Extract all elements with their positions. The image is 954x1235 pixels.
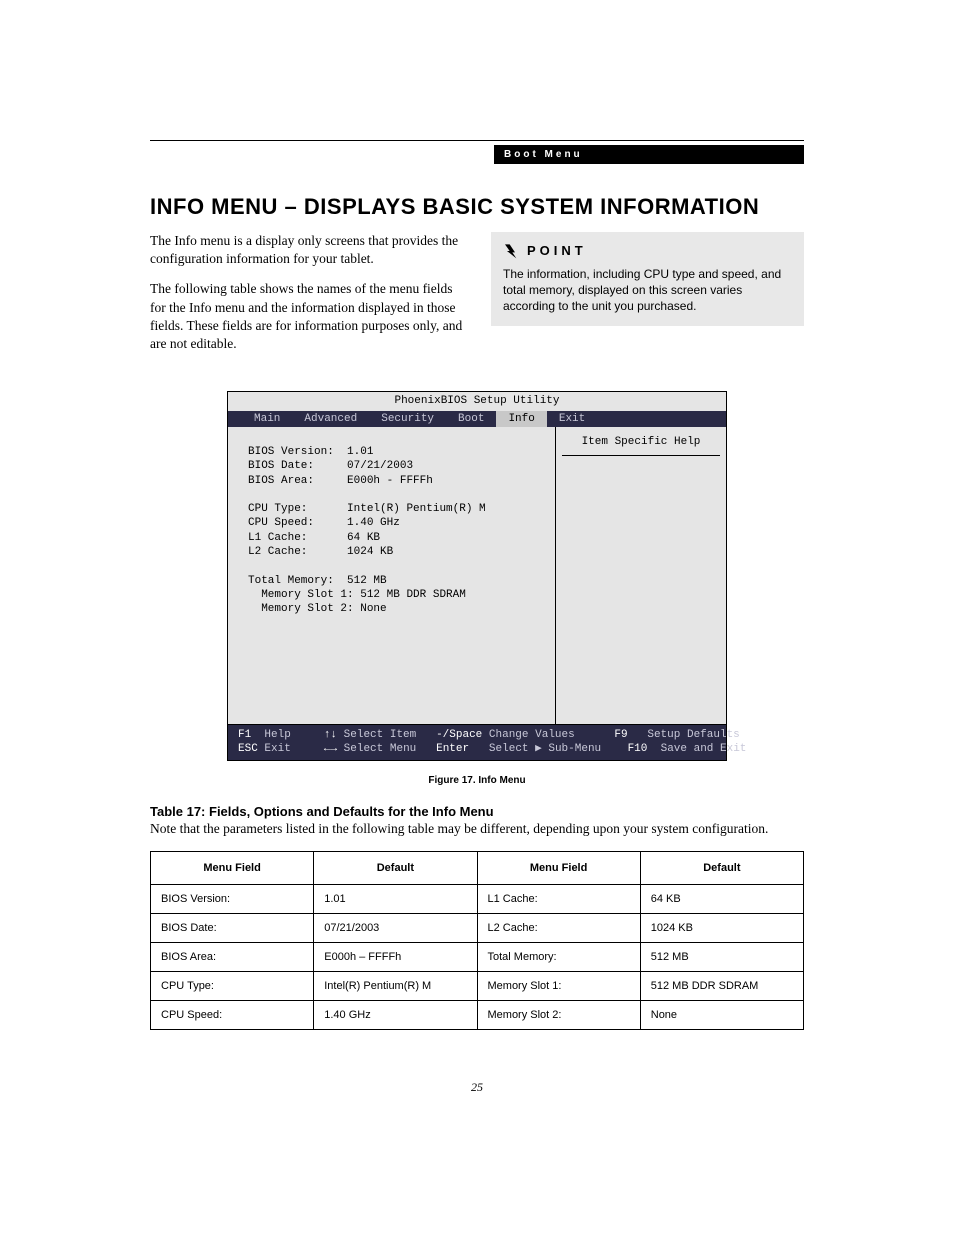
bios-key: Enter bbox=[436, 743, 469, 755]
table-row: BIOS Version: 1.01 L1 Cache: 64 KB bbox=[151, 884, 804, 913]
bios-key-label: Select ▶ Sub-Menu bbox=[489, 743, 601, 755]
intro-p1: The Info menu is a display only screens … bbox=[150, 232, 463, 268]
point-label: POINT bbox=[527, 242, 587, 260]
cell-default: 1.01 bbox=[314, 884, 477, 913]
bios-field-value: 07/21/2003 bbox=[347, 460, 413, 472]
cell-field: BIOS Version: bbox=[151, 884, 314, 913]
bios-key: F1 bbox=[238, 729, 251, 741]
table-note: Note that the parameters listed in the f… bbox=[150, 821, 804, 837]
cell-field: Total Memory: bbox=[477, 942, 640, 971]
bios-key: ↑↓ bbox=[324, 729, 337, 741]
point-icon bbox=[503, 243, 519, 259]
cell-default: E000h – FFFFh bbox=[314, 942, 477, 971]
cell-field: Memory Slot 2: bbox=[477, 1000, 640, 1029]
cell-default: 512 MB bbox=[640, 942, 803, 971]
page-number: 25 bbox=[0, 1080, 954, 1095]
bios-key-label: Help bbox=[264, 729, 290, 741]
th-default: Default bbox=[640, 851, 803, 884]
intro-p2: The following table shows the names of t… bbox=[150, 280, 463, 353]
cell-field: BIOS Date: bbox=[151, 913, 314, 942]
info-table: Menu Field Default Menu Field Default BI… bbox=[150, 851, 804, 1030]
bios-tab-boot: Boot bbox=[446, 411, 496, 427]
cell-default: 1024 KB bbox=[640, 913, 803, 942]
running-head: Boot Menu bbox=[494, 145, 804, 164]
bios-field-label: BIOS Date: bbox=[248, 460, 314, 472]
figure-caption: Figure 17. Info Menu bbox=[150, 775, 804, 786]
th-menu-field: Menu Field bbox=[151, 851, 314, 884]
cell-field: L1 Cache: bbox=[477, 884, 640, 913]
th-default: Default bbox=[314, 851, 477, 884]
bios-main-panel: BIOS Version: 1.01 BIOS Date: 07/21/2003… bbox=[228, 427, 556, 724]
bios-key: -/Space bbox=[436, 729, 482, 741]
bios-field-label: Memory Slot 1: bbox=[261, 589, 353, 601]
cell-default: 512 MB DDR SDRAM bbox=[640, 971, 803, 1000]
bios-help-title: Item Specific Help bbox=[562, 435, 720, 456]
bios-key-label: Select Menu bbox=[344, 743, 417, 755]
bios-field-value: 1.01 bbox=[347, 446, 373, 458]
bios-field-label: L2 Cache: bbox=[248, 546, 307, 558]
bios-field-value: 1024 KB bbox=[347, 546, 393, 558]
cell-field: BIOS Area: bbox=[151, 942, 314, 971]
bios-footer: F1 Help ↑↓ Select Item -/Space Change Va… bbox=[228, 725, 726, 760]
bios-field-value: 1.40 GHz bbox=[347, 517, 400, 529]
table-row: CPU Speed: 1.40 GHz Memory Slot 2: None bbox=[151, 1000, 804, 1029]
cell-field: CPU Speed: bbox=[151, 1000, 314, 1029]
table-row: CPU Type: Intel(R) Pentium(R) M Memory S… bbox=[151, 971, 804, 1000]
cell-default: 64 KB bbox=[640, 884, 803, 913]
bios-field-label: Memory Slot 2: bbox=[261, 603, 353, 615]
bios-key-label: Change Values bbox=[489, 729, 575, 741]
point-body: The information, including CPU type and … bbox=[503, 266, 792, 315]
bios-key: ←→ bbox=[324, 743, 337, 755]
cell-default: None bbox=[640, 1000, 803, 1029]
bios-field-value: E000h - FFFFh bbox=[347, 475, 433, 487]
bios-key-label: Save and Exit bbox=[661, 743, 747, 755]
cell-default: 1.40 GHz bbox=[314, 1000, 477, 1029]
table-title: Table 17: Fields, Options and Defaults f… bbox=[150, 804, 804, 819]
bios-field-label: CPU Type: bbox=[248, 503, 307, 515]
bios-tab-exit: Exit bbox=[547, 411, 597, 427]
bios-field-label: Total Memory: bbox=[248, 575, 334, 587]
table-row: BIOS Area: E000h – FFFFh Total Memory: 5… bbox=[151, 942, 804, 971]
top-rule bbox=[150, 140, 804, 141]
bios-key-label: Select Item bbox=[344, 729, 417, 741]
bios-tab-main: Main bbox=[242, 411, 292, 427]
bios-screenshot: PhoenixBIOS Setup Utility Main Advanced … bbox=[227, 391, 727, 760]
bios-key-label: Exit bbox=[264, 743, 290, 755]
cell-default: Intel(R) Pentium(R) M bbox=[314, 971, 477, 1000]
bios-key-label: Setup Defaults bbox=[647, 729, 739, 741]
bios-help-panel: Item Specific Help bbox=[556, 427, 726, 724]
bios-tab-info: Info bbox=[496, 411, 546, 427]
bios-field-label: BIOS Area: bbox=[248, 475, 314, 487]
bios-field-label: BIOS Version: bbox=[248, 446, 334, 458]
bios-field-label: L1 Cache: bbox=[248, 532, 307, 544]
bios-key: ESC bbox=[238, 743, 258, 755]
bios-key: F9 bbox=[614, 729, 627, 741]
cell-field: Memory Slot 1: bbox=[477, 971, 640, 1000]
bios-field-value: None bbox=[360, 603, 386, 615]
bios-tab-advanced: Advanced bbox=[292, 411, 369, 427]
bios-title: PhoenixBIOS Setup Utility bbox=[228, 392, 726, 410]
bios-key: F10 bbox=[628, 743, 648, 755]
intro-column: The Info menu is a display only screens … bbox=[150, 232, 463, 365]
table-row: BIOS Date: 07/21/2003 L2 Cache: 1024 KB bbox=[151, 913, 804, 942]
bios-field-value: 512 MB bbox=[347, 575, 387, 587]
bios-field-value: 512 MB DDR SDRAM bbox=[360, 589, 466, 601]
bios-field-value: Intel(R) Pentium(R) M bbox=[347, 503, 486, 515]
cell-default: 07/21/2003 bbox=[314, 913, 477, 942]
page-title: INFO MENU – DISPLAYS BASIC SYSTEM INFORM… bbox=[150, 194, 804, 220]
point-callout: POINT The information, including CPU typ… bbox=[491, 232, 804, 326]
cell-field: CPU Type: bbox=[151, 971, 314, 1000]
cell-field: L2 Cache: bbox=[477, 913, 640, 942]
bios-tab-bar: Main Advanced Security Boot Info Exit bbox=[228, 411, 726, 427]
bios-field-label: CPU Speed: bbox=[248, 517, 314, 529]
bios-tab-security: Security bbox=[369, 411, 446, 427]
bios-field-value: 64 KB bbox=[347, 532, 380, 544]
th-menu-field: Menu Field bbox=[477, 851, 640, 884]
